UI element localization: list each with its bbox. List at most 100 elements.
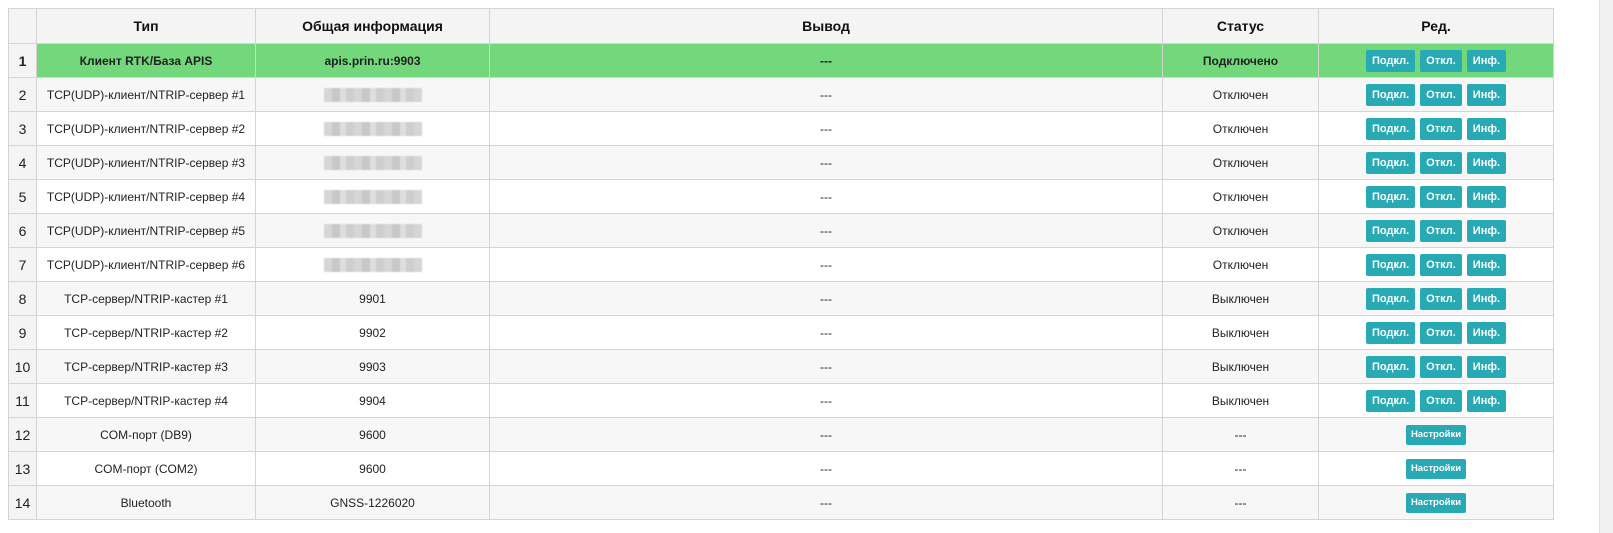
row-output: ---: [489, 111, 1163, 146]
row-index: 5: [8, 179, 37, 214]
row-status: Отключен: [1162, 179, 1319, 214]
row-type: TCP(UDP)-клиент/NTRIP-сервер #4: [36, 179, 256, 214]
connect-button[interactable]: Подкл.: [1365, 355, 1416, 378]
row-spacer: [1553, 213, 1599, 248]
row-actions: Подкл. Откл. Инф.: [1365, 117, 1507, 140]
row-type: TCP(UDP)-клиент/NTRIP-сервер #6: [36, 247, 256, 282]
table-row[interactable]: 8 TCP-сервер/NTRIP-кастер #1 9901 --- Выключ…: [8, 281, 1599, 316]
table-row[interactable]: 13 COM-порт (COM2) 9600 --- --- Настройки: [8, 451, 1599, 486]
row-info: [255, 213, 490, 248]
connect-button[interactable]: Подкл.: [1365, 151, 1416, 174]
disconnect-button[interactable]: Откл.: [1420, 117, 1462, 140]
disconnect-button[interactable]: Откл.: [1420, 49, 1462, 72]
connect-button[interactable]: Подкл.: [1365, 389, 1416, 412]
table-row[interactable]: 9 TCP-сервер/NTRIP-кастер #2 9902 --- Выключ…: [8, 315, 1599, 350]
info-button[interactable]: Инф.: [1466, 321, 1507, 344]
settings-button[interactable]: Настройки: [1405, 492, 1467, 513]
header-info: Общая информация: [255, 8, 490, 44]
row-index: 10: [8, 349, 37, 384]
header-edit: Ред.: [1318, 8, 1554, 44]
row-status: Отключен: [1162, 213, 1319, 248]
row-actions: Подкл. Откл. Инф.: [1365, 287, 1507, 310]
connect-button[interactable]: Подкл.: [1365, 219, 1416, 242]
info-button[interactable]: Инф.: [1466, 117, 1507, 140]
disconnect-button[interactable]: Откл.: [1420, 253, 1462, 276]
row-index: 6: [8, 213, 37, 248]
row-spacer: [1553, 111, 1599, 146]
row-info: [255, 179, 490, 214]
row-status: ---: [1162, 485, 1319, 520]
connect-button[interactable]: Подкл.: [1365, 83, 1416, 106]
row-status: Выключен: [1162, 349, 1319, 384]
settings-button[interactable]: Настройки: [1405, 424, 1467, 445]
row-edit: Подкл. Откл. Инф.: [1318, 247, 1554, 282]
disconnect-button[interactable]: Откл.: [1420, 83, 1462, 106]
info-button[interactable]: Инф.: [1466, 389, 1507, 412]
row-edit: Подкл. Откл. Инф.: [1318, 145, 1554, 180]
table-row[interactable]: 10 TCP-сервер/NTRIP-кастер #3 9903 --- Выклю…: [8, 349, 1599, 384]
connect-button[interactable]: Подкл.: [1365, 117, 1416, 140]
row-edit: Подкл. Откл. Инф.: [1318, 349, 1554, 384]
row-spacer: [1553, 179, 1599, 214]
table-row[interactable]: 3 TCP(UDP)-клиент/NTRIP-сервер #2 --- Отклю…: [8, 111, 1599, 146]
row-type: Bluetooth: [36, 485, 256, 520]
row-edit: Подкл. Откл. Инф.: [1318, 315, 1554, 350]
connect-button[interactable]: Подкл.: [1365, 287, 1416, 310]
info-button[interactable]: Инф.: [1466, 185, 1507, 208]
disconnect-button[interactable]: Откл.: [1420, 185, 1462, 208]
table-row[interactable]: 11 TCP-сервер/NTRIP-кастер #4 9904 --- Выклю…: [8, 383, 1599, 418]
info-button[interactable]: Инф.: [1466, 49, 1507, 72]
disconnect-button[interactable]: Откл.: [1420, 389, 1462, 412]
row-output: ---: [489, 179, 1163, 214]
redacted-address: [323, 223, 422, 238]
disconnect-button[interactable]: Откл.: [1420, 355, 1462, 378]
connect-button[interactable]: Подкл.: [1365, 321, 1416, 344]
table-row[interactable]: 2 TCP(UDP)-клиент/NTRIP-сервер #1 --- Отклю…: [8, 77, 1599, 112]
row-edit: Подкл. Откл. Инф.: [1318, 383, 1554, 418]
row-spacer: [1553, 349, 1599, 384]
disconnect-button[interactable]: Откл.: [1420, 321, 1462, 344]
row-status: Отключен: [1162, 247, 1319, 282]
table-row[interactable]: 4 TCP(UDP)-клиент/NTRIP-сервер #3 --- Отклю…: [8, 145, 1599, 180]
info-button[interactable]: Инф.: [1466, 287, 1507, 310]
info-button[interactable]: Инф.: [1466, 219, 1507, 242]
connect-button[interactable]: Подкл.: [1365, 185, 1416, 208]
row-spacer: [1553, 451, 1599, 486]
info-button[interactable]: Инф.: [1466, 151, 1507, 174]
settings-button[interactable]: Настройки: [1405, 458, 1467, 479]
row-index: 1: [8, 43, 37, 78]
row-spacer: [1553, 315, 1599, 350]
row-type: TCP-сервер/NTRIP-кастер #1: [36, 281, 256, 316]
row-type: TCP-сервер/NTRIP-кастер #2: [36, 315, 256, 350]
info-button[interactable]: Инф.: [1466, 355, 1507, 378]
disconnect-button[interactable]: Откл.: [1420, 287, 1462, 310]
row-edit: Подкл. Откл. Инф.: [1318, 179, 1554, 214]
redacted-address: [323, 121, 422, 136]
row-output: ---: [489, 213, 1163, 248]
table-row[interactable]: 6 TCP(UDP)-клиент/NTRIP-сервер #5 --- Отклю…: [8, 213, 1599, 248]
connect-button[interactable]: Подкл.: [1365, 253, 1416, 276]
header-index: [8, 8, 37, 44]
table-row[interactable]: 14 Bluetooth GNSS-1226020 --- --- Настройки: [8, 485, 1599, 520]
row-output: ---: [489, 145, 1163, 180]
table-row[interactable]: 1 Клиент RTK/База APIS apis.prin.ru:9903 --…: [8, 43, 1599, 78]
vertical-scrollbar[interactable]: [1599, 0, 1613, 533]
info-button[interactable]: Инф.: [1466, 253, 1507, 276]
connect-button[interactable]: Подкл.: [1365, 49, 1416, 72]
row-type: TCP(UDP)-клиент/NTRIP-сервер #5: [36, 213, 256, 248]
disconnect-button[interactable]: Откл.: [1420, 151, 1462, 174]
row-type: COM-порт (COM2): [36, 451, 256, 486]
info-button[interactable]: Инф.: [1466, 83, 1507, 106]
disconnect-button[interactable]: Откл.: [1420, 219, 1462, 242]
row-info: apis.prin.ru:9903: [255, 43, 490, 78]
table-row[interactable]: 7 TCP(UDP)-клиент/NTRIP-сервер #6 --- Отклю…: [8, 247, 1599, 282]
row-output: ---: [489, 349, 1163, 384]
row-status: Выключен: [1162, 315, 1319, 350]
table-row[interactable]: 12 COM-порт (DB9) 9600 --- --- Настройки: [8, 417, 1599, 452]
row-edit: Настройки: [1318, 451, 1554, 486]
row-output: ---: [489, 77, 1163, 112]
row-edit: Подкл. Откл. Инф.: [1318, 77, 1554, 112]
table-row[interactable]: 5 TCP(UDP)-клиент/NTRIP-сервер #4 --- Отклю…: [8, 179, 1599, 214]
row-info: GNSS-1226020: [255, 485, 490, 520]
row-status: Отключен: [1162, 111, 1319, 146]
